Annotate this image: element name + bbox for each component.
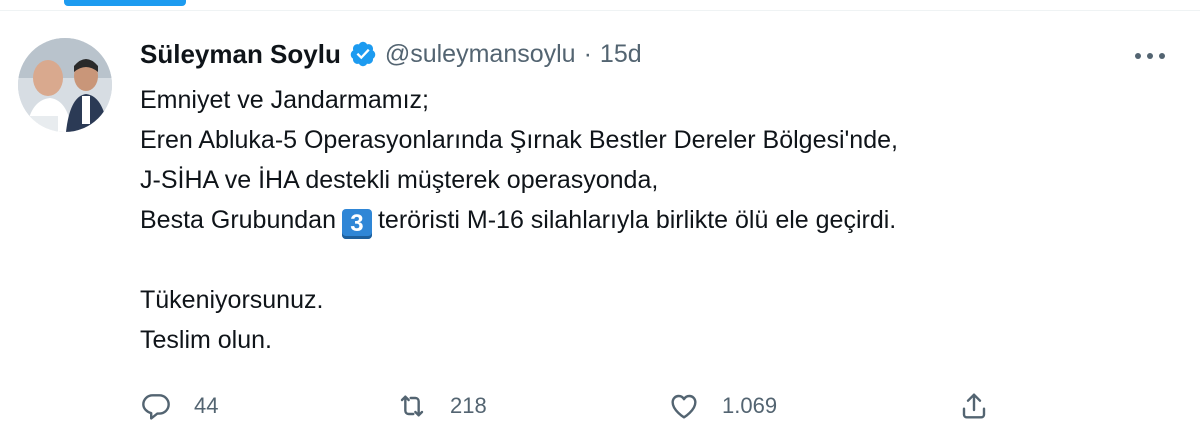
tweet-line: Tükeniyorsunuz.: [140, 286, 324, 314]
reply-count: 44: [194, 393, 219, 418]
keycap-digit-emoji: 3: [341, 209, 372, 239]
tweet-line: Besta Grubundan 3 teröristi M-16 silahları…: [140, 200, 1160, 240]
tweet-text-segment: teröristi M-16 silahlarıyla birlikte ölü…: [377, 206, 897, 234]
tweet-line: Teslim olun.: [140, 326, 272, 354]
separator-dot: ·: [583, 39, 592, 68]
tweet-header: Süleyman Soylu @suleymansoylu · 15d: [140, 36, 642, 72]
divider: [0, 10, 1200, 11]
reply-button[interactable]: 44: [140, 384, 218, 428]
tweet-line: J-SİHA ve İHA destekli müşterek operasyo…: [140, 166, 659, 194]
verified-badge-icon: [350, 41, 376, 67]
like-count: 1.069: [722, 393, 778, 418]
timestamp[interactable]: 15d: [600, 40, 642, 69]
more-icon: [1135, 53, 1165, 59]
avatar[interactable]: [18, 38, 112, 132]
like-icon: [671, 394, 697, 419]
tweet-line: Eren Abluka-5 Operasyonlarında Şırnak Be…: [140, 126, 898, 154]
tweet-actions: 44 218 1.069: [140, 384, 1020, 428]
reply-icon: [142, 394, 170, 420]
share-button[interactable]: [958, 384, 990, 428]
like-button[interactable]: 1.069: [668, 384, 777, 428]
tweet-text: Emniyet ve Jandarmamız; Eren Abluka-5 Op…: [140, 80, 1160, 360]
retweet-count: 218: [450, 393, 487, 418]
retweet-button[interactable]: 218: [396, 384, 487, 428]
more-button[interactable]: [1128, 38, 1172, 74]
active-tab-indicator: [64, 0, 186, 6]
avatar-photo: [18, 38, 112, 132]
share-icon: [962, 393, 986, 419]
retweet-icon: [400, 395, 424, 417]
display-name[interactable]: Süleyman Soylu: [140, 39, 341, 70]
tweet-text-segment: Besta Grubundan: [140, 206, 336, 234]
tweet-line: Emniyet ve Jandarmamız;: [140, 86, 429, 114]
author-handle[interactable]: @suleymansoylu: [385, 40, 576, 69]
